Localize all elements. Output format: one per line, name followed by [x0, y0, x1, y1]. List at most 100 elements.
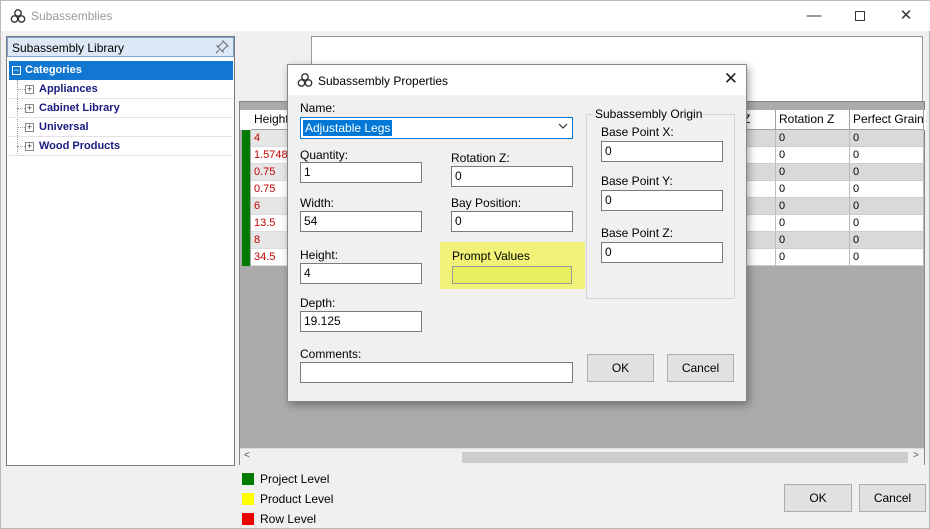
tree-node-label: Categories [25, 64, 82, 76]
library-title: Subassembly Library [12, 41, 125, 55]
subassemblies-window: Subassemblies — ✕ Subassembly Library − … [0, 0, 930, 529]
row-level-marker [242, 147, 250, 164]
library-header: Subassembly Library [7, 37, 234, 57]
row-level-marker [242, 215, 250, 232]
tree-node-wood-products[interactable]: + Wood Products [9, 137, 233, 156]
height-label: Height: [300, 248, 339, 262]
tree-node-categories[interactable]: − Categories [9, 61, 233, 80]
prompt-values-label: Prompt Values [452, 249, 530, 263]
cell-rotation-z[interactable]: 0 [776, 181, 850, 198]
close-button[interactable]: ✕ [883, 1, 929, 31]
category-tree: − Categories + Appliances + Cabinet Libr… [9, 61, 233, 156]
depth-field[interactable]: 19.125 [300, 311, 422, 332]
product-level-label: Product Level [260, 492, 334, 506]
dialog-close-button[interactable]: ✕ [724, 69, 738, 89]
row-level-marker [242, 232, 250, 249]
window-titlebar: Subassemblies — ✕ [1, 1, 930, 31]
subassembly-origin-group: Subassembly Origin Base Point X: 0 Base … [586, 107, 735, 299]
cell-rotation-z[interactable]: 0 [776, 215, 850, 232]
subassembly-app-icon [10, 9, 26, 23]
row-level-marker [242, 249, 250, 266]
origin-group-label: Subassembly Origin [594, 107, 704, 121]
width-field[interactable]: 54 [300, 211, 422, 232]
height-field[interactable]: 4 [300, 263, 422, 284]
comments-label: Comments: [300, 347, 362, 361]
tree-node-appliances[interactable]: + Appliances [9, 80, 233, 99]
scroll-thumb[interactable] [462, 452, 908, 463]
project-level-label: Project Level [260, 472, 330, 486]
cell-perfect-grain[interactable]: 0 [850, 215, 924, 232]
scroll-left-icon[interactable]: < [244, 450, 250, 461]
scroll-right-icon[interactable]: > [913, 450, 919, 461]
row-level-marker [242, 130, 250, 147]
collapse-icon[interactable]: − [12, 66, 21, 75]
base-point-x-label: Base Point X: [601, 125, 674, 139]
subassembly-app-icon [297, 73, 313, 87]
name-label: Name: [300, 101, 336, 115]
dialog-cancel-button[interactable]: Cancel [667, 354, 734, 382]
ok-button[interactable]: OK [784, 484, 852, 512]
tree-node-label: Universal [39, 121, 89, 133]
tree-node-cabinet-library[interactable]: + Cabinet Library [9, 99, 233, 118]
bay-position-field[interactable]: 0 [451, 211, 573, 232]
row-level-marker [242, 181, 250, 198]
cell-perfect-grain[interactable]: 0 [850, 130, 924, 147]
chevron-down-icon[interactable] [558, 121, 568, 131]
cell-rotation-z[interactable]: 0 [776, 147, 850, 164]
base-point-z-label: Base Point Z: [601, 226, 674, 240]
rotation-z-field[interactable]: 0 [451, 166, 573, 187]
width-label: Width: [300, 196, 335, 210]
pin-icon[interactable] [215, 40, 229, 54]
dialog-titlebar: Subassembly Properties ✕ [288, 65, 746, 95]
bay-position-label: Bay Position: [451, 196, 522, 210]
quantity-field[interactable]: 1 [300, 162, 422, 183]
cell-rotation-z[interactable]: 0 [776, 198, 850, 215]
depth-label: Depth: [300, 296, 336, 310]
base-point-y-label: Base Point Y: [601, 174, 673, 188]
prompt-values-field[interactable] [452, 266, 572, 284]
name-value: Adjustable Legs [303, 120, 393, 136]
expand-icon[interactable]: + [25, 142, 34, 151]
cell-rotation-z[interactable]: 0 [776, 232, 850, 249]
base-point-x-field[interactable]: 0 [601, 141, 723, 162]
comments-field[interactable] [300, 362, 573, 383]
dialog-title: Subassembly Properties [318, 74, 449, 88]
minimize-button[interactable]: — [791, 1, 837, 31]
expand-icon[interactable]: + [25, 85, 34, 94]
window-title: Subassemblies [31, 9, 113, 23]
row-level-swatch [242, 513, 254, 525]
subassembly-properties-dialog: Subassembly Properties ✕ Name: Adjustabl… [287, 64, 747, 402]
maximize-icon [855, 11, 865, 21]
project-level-swatch [242, 473, 254, 485]
expand-icon[interactable]: + [25, 123, 34, 132]
base-point-z-field[interactable]: 0 [601, 242, 723, 263]
product-level-swatch [242, 493, 254, 505]
cell-perfect-grain[interactable]: 0 [850, 232, 924, 249]
expand-icon[interactable]: + [25, 104, 34, 113]
horizontal-scrollbar[interactable]: < > [240, 448, 924, 465]
cell-perfect-grain[interactable]: 0 [850, 181, 924, 198]
base-point-y-field[interactable]: 0 [601, 190, 723, 211]
cell-rotation-z[interactable]: 0 [776, 164, 850, 181]
cell-perfect-grain[interactable]: 0 [850, 147, 924, 164]
tree-node-label: Cabinet Library [39, 102, 120, 114]
cell-perfect-grain[interactable]: 0 [850, 164, 924, 181]
column-header-perfect-grain[interactable]: Perfect Grain [850, 110, 924, 130]
subassembly-library-panel: Subassembly Library − Categories + Appli… [6, 36, 235, 466]
cancel-button[interactable]: Cancel [859, 484, 926, 512]
tree-node-label: Appliances [39, 83, 98, 95]
tree-node-universal[interactable]: + Universal [9, 118, 233, 137]
quantity-label: Quantity: [300, 148, 349, 162]
column-header-rotation-z[interactable]: Rotation Z [776, 110, 850, 130]
name-combobox[interactable]: Adjustable Legs [300, 117, 573, 139]
cell-perfect-grain[interactable]: 0 [850, 249, 924, 266]
row-level-label: Row Level [260, 512, 317, 526]
cell-rotation-z[interactable]: 0 [776, 249, 850, 266]
row-level-marker [242, 164, 250, 181]
maximize-button[interactable] [837, 1, 883, 31]
row-level-marker [242, 198, 250, 215]
dialog-ok-button[interactable]: OK [587, 354, 654, 382]
cell-rotation-z[interactable]: 0 [776, 130, 850, 147]
rotation-z-label: Rotation Z: [451, 151, 510, 165]
cell-perfect-grain[interactable]: 0 [850, 198, 924, 215]
